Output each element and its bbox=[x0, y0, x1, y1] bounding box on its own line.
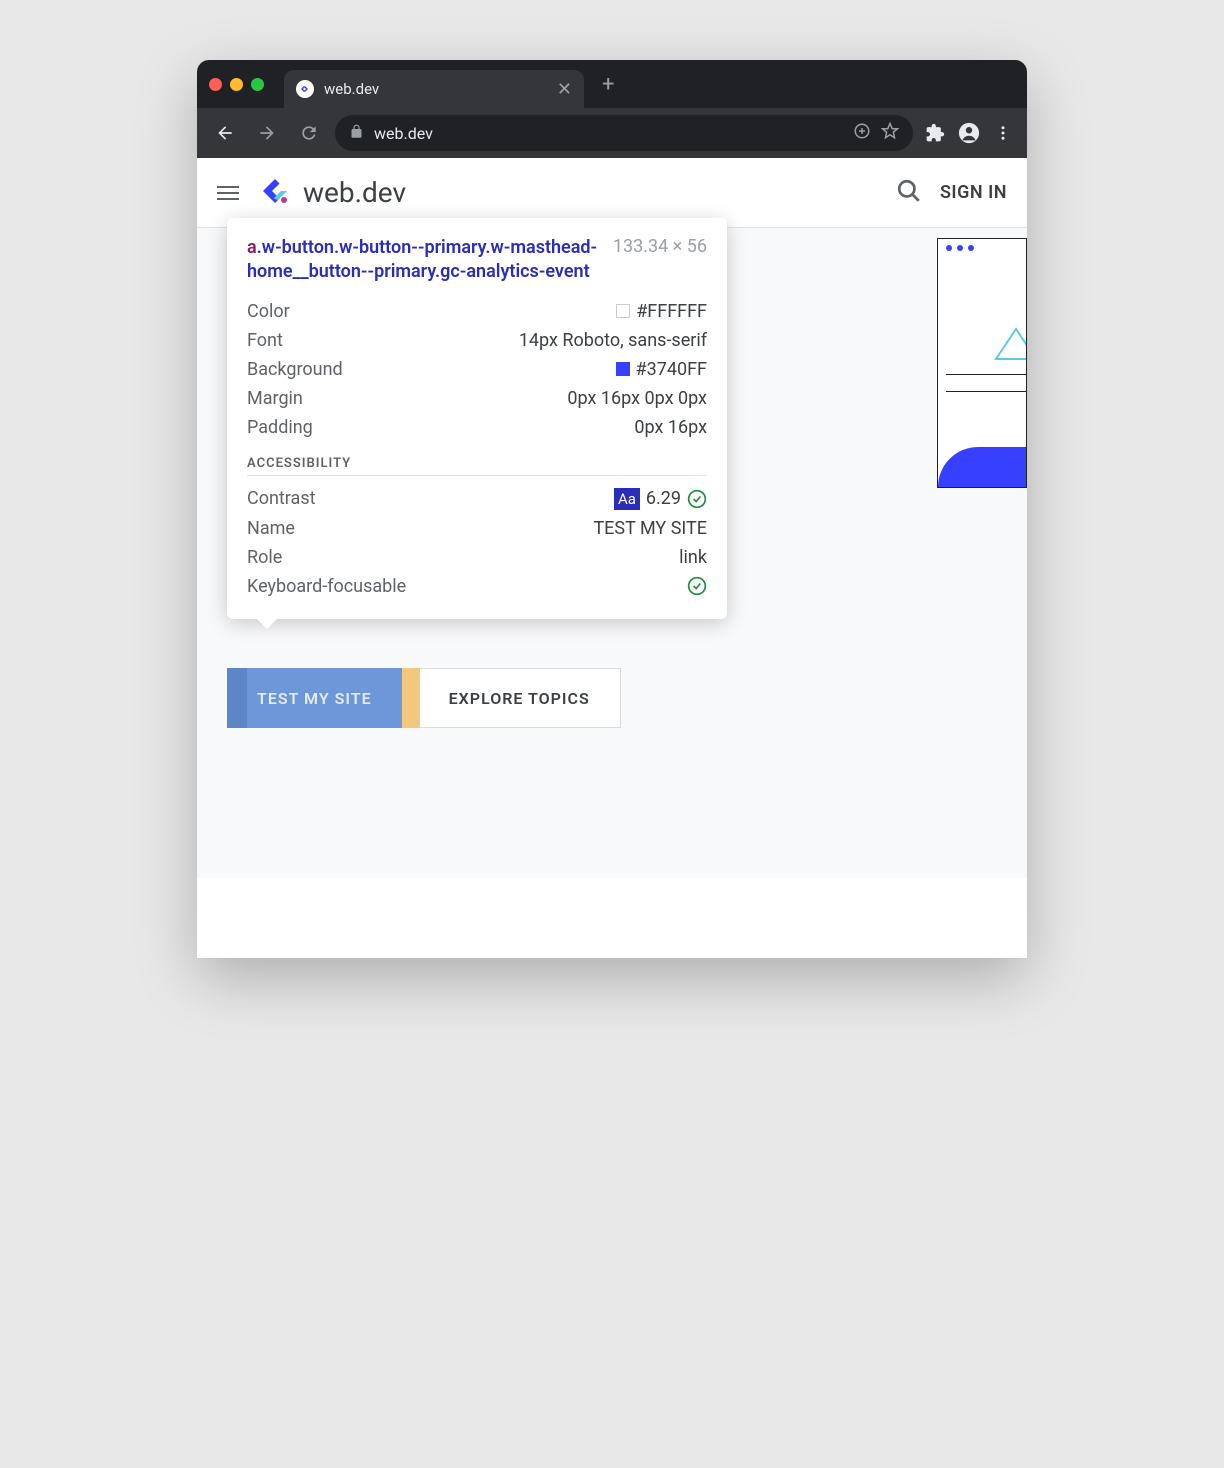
devtools-inspect-tooltip: a.w-button.w-button--primary.w-masthead-… bbox=[227, 218, 727, 619]
back-button[interactable] bbox=[209, 117, 241, 149]
add-shortcut-icon[interactable] bbox=[853, 122, 871, 144]
tooltip-row-focusable: Keyboard-focusable bbox=[247, 572, 707, 601]
tooltip-row-color: Color#FFFFFF bbox=[247, 297, 707, 326]
check-icon bbox=[687, 489, 707, 509]
signin-link[interactable]: SIGN IN bbox=[940, 182, 1007, 203]
tooltip-row-background: Background#3740FF bbox=[247, 355, 707, 384]
tooltip-row-contrast: ContrastAa6.29 bbox=[247, 484, 707, 514]
minimize-window-button[interactable] bbox=[230, 78, 243, 91]
reload-button[interactable] bbox=[293, 117, 325, 149]
tooltip-section-header: ACCESSIBILITY bbox=[247, 456, 707, 476]
check-icon bbox=[687, 576, 707, 596]
search-icon[interactable] bbox=[896, 178, 922, 208]
tooltip-row-margin: Margin0px 16px 0px 0px bbox=[247, 384, 707, 413]
page-footer bbox=[197, 878, 1027, 958]
titlebar: web.dev ✕ + bbox=[197, 60, 1027, 108]
extensions-icon[interactable] bbox=[923, 123, 947, 143]
browser-window: web.dev ✕ + web.dev web.dev SIGN IN bbox=[197, 60, 1027, 958]
browser-tab[interactable]: web.dev ✕ bbox=[284, 70, 584, 108]
tab-title: web.dev bbox=[324, 80, 547, 98]
url-text: web.dev bbox=[374, 124, 843, 143]
logo-icon bbox=[257, 173, 293, 213]
browser-toolbar: web.dev bbox=[197, 108, 1027, 158]
tab-favicon bbox=[296, 80, 314, 98]
hero-buttons: TEST MY SITE EXPLORE TOPICS bbox=[227, 668, 621, 728]
tooltip-row-padding: Padding0px 16px bbox=[247, 413, 707, 442]
close-tab-icon[interactable]: ✕ bbox=[557, 79, 572, 100]
tooltip-row-font: Font14px Roboto, sans-serif bbox=[247, 326, 707, 355]
hamburger-menu-button[interactable] bbox=[217, 182, 239, 204]
tooltip-row-name: NameTEST MY SITE bbox=[247, 514, 707, 543]
lock-icon bbox=[349, 124, 364, 143]
menu-icon[interactable] bbox=[991, 124, 1015, 142]
new-tab-button[interactable]: + bbox=[602, 72, 614, 97]
contrast-badge: Aa bbox=[614, 488, 640, 510]
tooltip-dimensions: 133.34 × 56 bbox=[613, 236, 707, 257]
bookmark-icon[interactable] bbox=[881, 122, 899, 144]
logo-text: web.dev bbox=[303, 176, 406, 209]
close-window-button[interactable] bbox=[209, 78, 222, 91]
tooltip-row-role: Rolelink bbox=[247, 543, 707, 572]
explore-topics-button[interactable]: EXPLORE TOPICS bbox=[418, 668, 621, 728]
hero-illustration bbox=[937, 238, 1027, 488]
site-logo[interactable]: web.dev bbox=[257, 173, 406, 213]
hero-section: a.w-button.w-button--primary.w-masthead-… bbox=[197, 228, 1027, 878]
window-controls bbox=[209, 78, 264, 91]
profile-icon[interactable] bbox=[957, 122, 981, 144]
address-bar[interactable]: web.dev bbox=[335, 115, 913, 151]
tooltip-selector: a.w-button.w-button--primary.w-masthead-… bbox=[247, 236, 601, 285]
maximize-window-button[interactable] bbox=[251, 78, 264, 91]
forward-button[interactable] bbox=[251, 117, 283, 149]
test-my-site-button[interactable]: TEST MY SITE bbox=[227, 668, 402, 728]
